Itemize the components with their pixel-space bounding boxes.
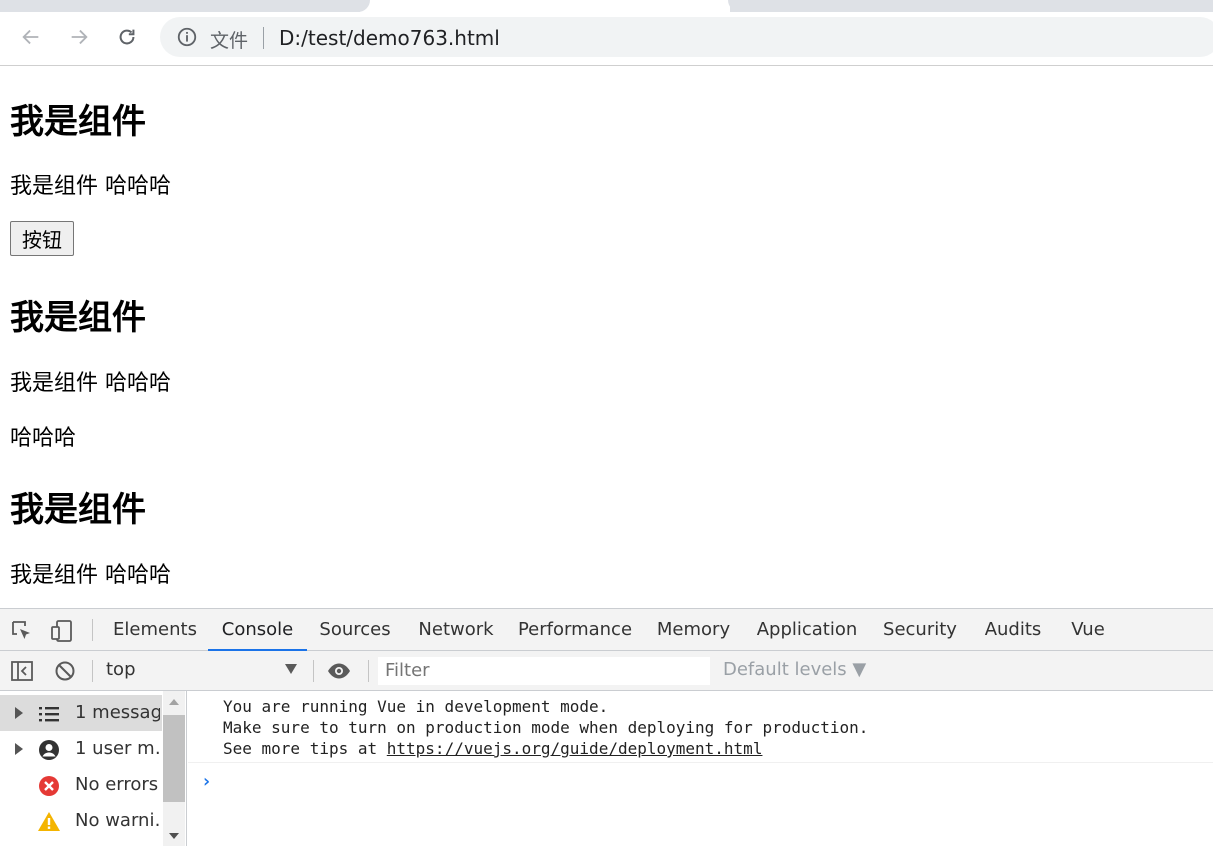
warning-icon: [38, 812, 60, 831]
tab-strip: [0, 0, 1213, 12]
tab-audits[interactable]: Audits: [974, 609, 1052, 651]
filterbar-divider: [368, 660, 369, 682]
component-heading: 我是组件: [10, 298, 146, 338]
scroll-up-icon[interactable]: [169, 699, 179, 705]
eye-icon[interactable]: [327, 659, 351, 683]
info-icon[interactable]: [176, 26, 198, 48]
tab-elements[interactable]: Elements: [103, 609, 207, 651]
component-text: 我是组件 哈哈哈: [10, 174, 171, 199]
tab-sources[interactable]: Sources: [309, 609, 401, 651]
devtools-tabbar: Elements Console Sources Network Perform…: [0, 609, 1213, 651]
tab-security[interactable]: Security: [873, 609, 967, 651]
component-text: 我是组件 哈哈哈: [10, 563, 171, 588]
component-heading: 我是组件: [10, 490, 146, 530]
tab-application[interactable]: Application: [748, 609, 866, 651]
back-button[interactable]: [16, 22, 46, 52]
tab-memory[interactable]: Memory: [645, 609, 742, 651]
sidebar-item-label: 1 user m…: [75, 738, 160, 759]
sidebar-item-label: No errors: [75, 774, 159, 795]
user-icon: [39, 740, 59, 760]
message-line: Make sure to turn on production mode whe…: [223, 718, 869, 737]
console-sidebar: 1 message 1 user m… No errors N: [0, 691, 187, 846]
component-heading: 我是组件: [10, 102, 146, 142]
forward-arrow-icon: [71, 29, 88, 45]
context-select[interactable]: top: [106, 659, 136, 680]
component-button[interactable]: 按钮: [10, 221, 74, 256]
device-toolbar-icon[interactable]: [50, 619, 74, 643]
sidebar-toggle-icon[interactable]: [10, 659, 34, 683]
component-text: 我是组件 哈哈哈: [10, 371, 171, 396]
sidebar-item-label: No warni…: [75, 810, 160, 831]
url-text[interactable]: D:/test/demo763.html: [279, 26, 500, 50]
console-filterbar: top Filter Default levels ▼: [0, 651, 1213, 691]
error-icon: [39, 776, 59, 796]
filterbar-divider: [92, 660, 93, 682]
scrollbar-thumb[interactable]: [163, 715, 185, 802]
filterbar-divider: [313, 660, 314, 682]
log-levels-dropdown[interactable]: Default levels ▼: [723, 659, 866, 680]
tab-performance[interactable]: Performance: [511, 609, 639, 651]
address-bar[interactable]: 文件 D:/test/demo763.html: [160, 17, 1213, 57]
scheme-label: 文件: [210, 30, 249, 52]
active-tab[interactable]: [360, 0, 730, 12]
reload-icon: [119, 29, 135, 45]
tab-vue[interactable]: Vue: [1060, 609, 1116, 651]
omnibox-divider: [263, 27, 264, 49]
expand-arrow-icon[interactable]: [15, 743, 23, 755]
sidebar-item-user-messages[interactable]: 1 user m…: [0, 731, 162, 767]
browser-toolbar: 文件 D:/test/demo763.html: [0, 12, 1213, 66]
filter-input[interactable]: Filter: [378, 657, 710, 685]
message-line: You are running Vue in development mode.: [223, 697, 609, 716]
tab-strip-left: [0, 0, 370, 12]
console-output: You are running Vue in development mode.…: [188, 691, 1213, 846]
sidebar-item-label: 1 message: [75, 702, 160, 723]
message-text: See more tips at: [223, 739, 387, 758]
chevron-down-icon[interactable]: [285, 664, 297, 674]
sidebar-scrollbar[interactable]: [163, 691, 185, 846]
forward-button[interactable]: [64, 22, 94, 52]
deployment-link[interactable]: https://vuejs.org/guide/deployment.html: [387, 739, 763, 758]
sidebar-item-messages[interactable]: 1 message: [0, 695, 162, 731]
expand-arrow-icon[interactable]: [15, 707, 23, 719]
list-icon: [39, 707, 59, 722]
scroll-down-icon[interactable]: [169, 833, 179, 839]
page-content: 我是组件 我是组件 哈哈哈 按钮 我是组件 我是组件 哈哈哈 哈哈哈 我是组件 …: [0, 67, 1213, 608]
extra-text: 哈哈哈: [10, 426, 77, 451]
tab-console[interactable]: Console: [208, 609, 307, 651]
console-message: You are running Vue in development mode.…: [188, 691, 1213, 763]
message-line: See more tips at https://vuejs.org/guide…: [223, 739, 762, 758]
console-prompt[interactable]: ›: [201, 771, 212, 792]
devtools-panel: Elements Console Sources Network Perform…: [0, 608, 1213, 846]
sidebar-item-errors[interactable]: No errors: [0, 767, 162, 803]
clear-console-icon[interactable]: [53, 659, 77, 683]
reload-button[interactable]: [112, 22, 142, 52]
toolbar-divider: [92, 619, 93, 641]
sidebar-item-warnings[interactable]: No warni…: [0, 803, 162, 839]
back-arrow-icon: [22, 29, 39, 45]
tab-strip-right: [728, 0, 1213, 12]
tab-network[interactable]: Network: [407, 609, 505, 651]
inspect-element-icon[interactable]: [10, 619, 34, 643]
